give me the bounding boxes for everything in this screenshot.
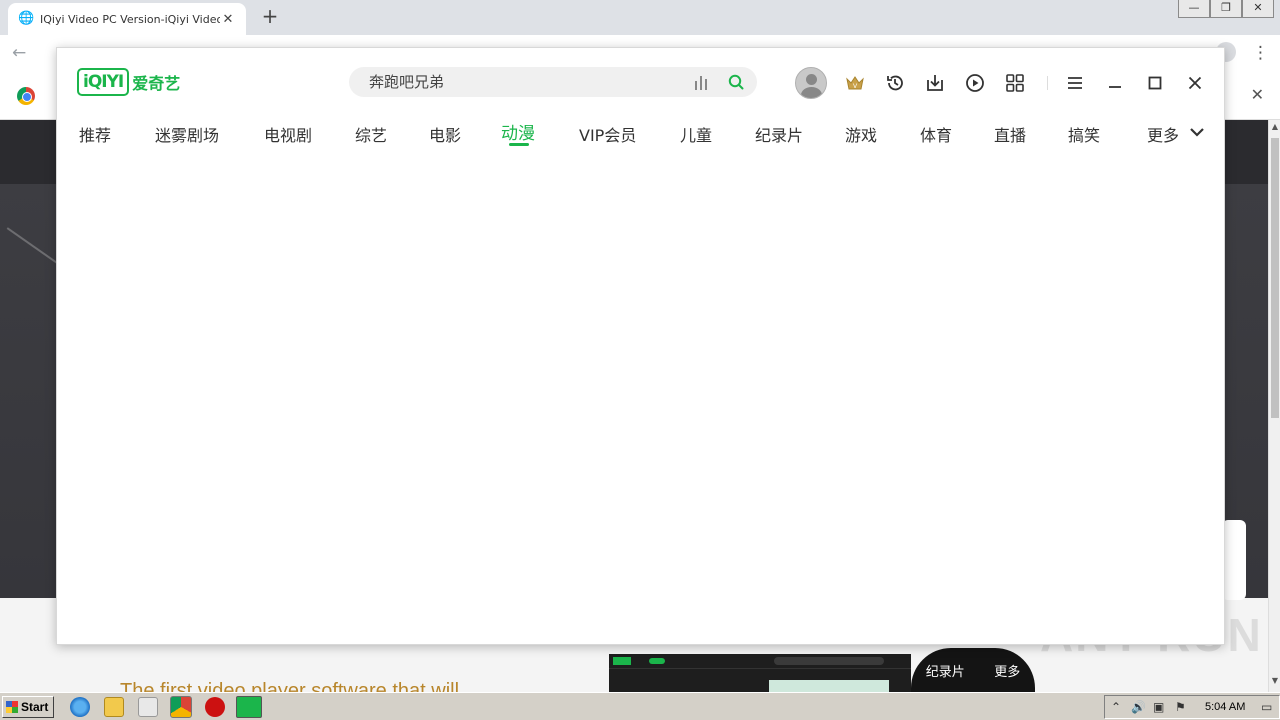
chevron-down-icon[interactable] xyxy=(1189,126,1205,138)
preview-logo xyxy=(613,657,631,665)
globe-icon: 🌐 xyxy=(18,11,35,26)
nav-item-vip[interactable]: VIP会员 xyxy=(579,122,636,146)
nav-item-sports[interactable]: 体育 xyxy=(920,122,952,146)
browser-restore-button[interactable]: ❐ xyxy=(1210,0,1242,18)
new-tab-button[interactable]: + xyxy=(259,5,281,27)
header-divider xyxy=(1047,76,1048,90)
iqiyi-taskbar-icon[interactable] xyxy=(236,696,262,718)
close-icon[interactable] xyxy=(1179,67,1211,99)
folder-icon[interactable] xyxy=(104,697,124,717)
network-icon[interactable]: ▣ xyxy=(1153,700,1164,714)
media-player-icon[interactable] xyxy=(138,697,158,717)
history-icon[interactable] xyxy=(879,67,911,99)
preview-tab xyxy=(649,658,665,664)
tab-close-icon[interactable]: ✕ xyxy=(220,12,236,27)
apps-grid-icon[interactable] xyxy=(999,67,1031,99)
maximize-icon[interactable] xyxy=(1139,67,1171,99)
voice-search-icon[interactable] xyxy=(695,74,711,90)
browser-tabstrip: 🌐 IQiyi Video PC Version-iQiyi Video Of … xyxy=(0,0,1280,35)
iqiyi-logo-text: 爱奇艺 xyxy=(132,74,181,93)
infobar-close-icon[interactable]: ✕ xyxy=(1251,85,1264,104)
flag-icon[interactable]: ⚑ xyxy=(1175,700,1186,714)
nav-item-documentary[interactable]: 纪录片 xyxy=(755,122,803,146)
system-tray: ⌃ 🔊 ▣ ⚑ 5:04 AM ▭ xyxy=(1104,695,1280,719)
windows-taskbar: Start ⌃ 🔊 ▣ ⚑ 5:04 AM ▭ xyxy=(0,692,1280,720)
ie-icon[interactable] xyxy=(70,697,90,717)
nav-item-live[interactable]: 直播 xyxy=(994,122,1026,146)
preview-search xyxy=(774,657,884,665)
preview-divider xyxy=(609,668,911,669)
preview-nav-documentary: 纪录片 xyxy=(925,664,965,680)
chrome-logo-icon xyxy=(17,87,35,105)
search-input[interactable] xyxy=(369,71,679,93)
preview-nav-more: 更多 xyxy=(994,664,1021,680)
browser-minimize-button[interactable]: — xyxy=(1178,0,1210,18)
browser-tab[interactable]: 🌐 IQiyi Video PC Version-iQiyi Video Of … xyxy=(8,3,246,35)
side-floating-card[interactable] xyxy=(1222,520,1246,600)
nav-item-movies[interactable]: 电影 xyxy=(429,122,461,146)
page-scrollbar[interactable]: ▲ ▼ xyxy=(1268,120,1280,692)
iqiyi-logo[interactable]: iQIYI 爱奇艺 xyxy=(77,68,180,96)
window-controls: — ❐ ✕ xyxy=(1178,0,1274,18)
vip-crown-icon[interactable]: V xyxy=(839,67,871,99)
active-tab-indicator xyxy=(509,143,529,146)
search-icon[interactable] xyxy=(727,73,745,91)
nav-item-more[interactable]: 更多 xyxy=(1147,122,1179,146)
nav-item-mist-theater[interactable]: 迷雾剧场 xyxy=(155,122,219,146)
nav-item-recommend[interactable]: 推荐 xyxy=(79,122,111,146)
download-icon[interactable] xyxy=(919,67,951,99)
start-button[interactable]: Start xyxy=(2,696,54,718)
browser-menu-icon[interactable]: ⋮ xyxy=(1252,43,1269,63)
user-avatar[interactable] xyxy=(795,67,827,99)
menu-icon[interactable] xyxy=(1059,67,1091,99)
app-preview-image xyxy=(609,654,911,692)
search-bar xyxy=(349,67,757,97)
preview-thumbnail xyxy=(769,680,889,692)
tab-title: IQiyi Video PC Version-iQiyi Video Of xyxy=(40,12,220,26)
preview-nav-bubble: 纪录片 更多 xyxy=(911,648,1035,692)
opera-icon[interactable] xyxy=(205,697,225,717)
nav-item-kids[interactable]: 儿童 xyxy=(680,122,712,146)
scroll-up-arrow-icon[interactable]: ▲ xyxy=(1269,122,1280,136)
nav-item-games[interactable]: 游戏 xyxy=(845,122,877,146)
scroll-down-arrow-icon[interactable]: ▼ xyxy=(1269,676,1280,690)
nav-item-tv-series[interactable]: 电视剧 xyxy=(264,122,312,146)
browser-close-button[interactable]: ✕ xyxy=(1242,0,1274,18)
back-arrow-icon[interactable]: ← xyxy=(12,43,26,63)
nav-item-funny[interactable]: 搞笑 xyxy=(1068,122,1100,146)
scroll-thumb[interactable] xyxy=(1271,138,1279,418)
nav-item-variety[interactable]: 综艺 xyxy=(355,122,387,146)
nav-item-anime[interactable]: 动漫 xyxy=(501,119,535,144)
chrome-taskbar-icon[interactable] xyxy=(170,696,192,718)
iqiyi-window: iQIYI 爱奇艺 V xyxy=(56,47,1225,645)
category-nav: 推荐 迷雾剧场 电视剧 综艺 电影 动漫 VIP会员 儿童 纪录片 游戏 体育 … xyxy=(57,118,1226,154)
tray-expand-icon[interactable]: ⌃ xyxy=(1111,700,1121,714)
clock[interactable]: 5:04 AM xyxy=(1205,701,1245,713)
minimize-icon[interactable] xyxy=(1099,67,1131,99)
volume-icon[interactable]: 🔊 xyxy=(1131,700,1146,714)
iqiyi-logo-mark: iQIYI xyxy=(77,68,130,96)
play-icon[interactable] xyxy=(959,67,991,99)
show-desktop-icon[interactable]: ▭ xyxy=(1261,700,1272,714)
